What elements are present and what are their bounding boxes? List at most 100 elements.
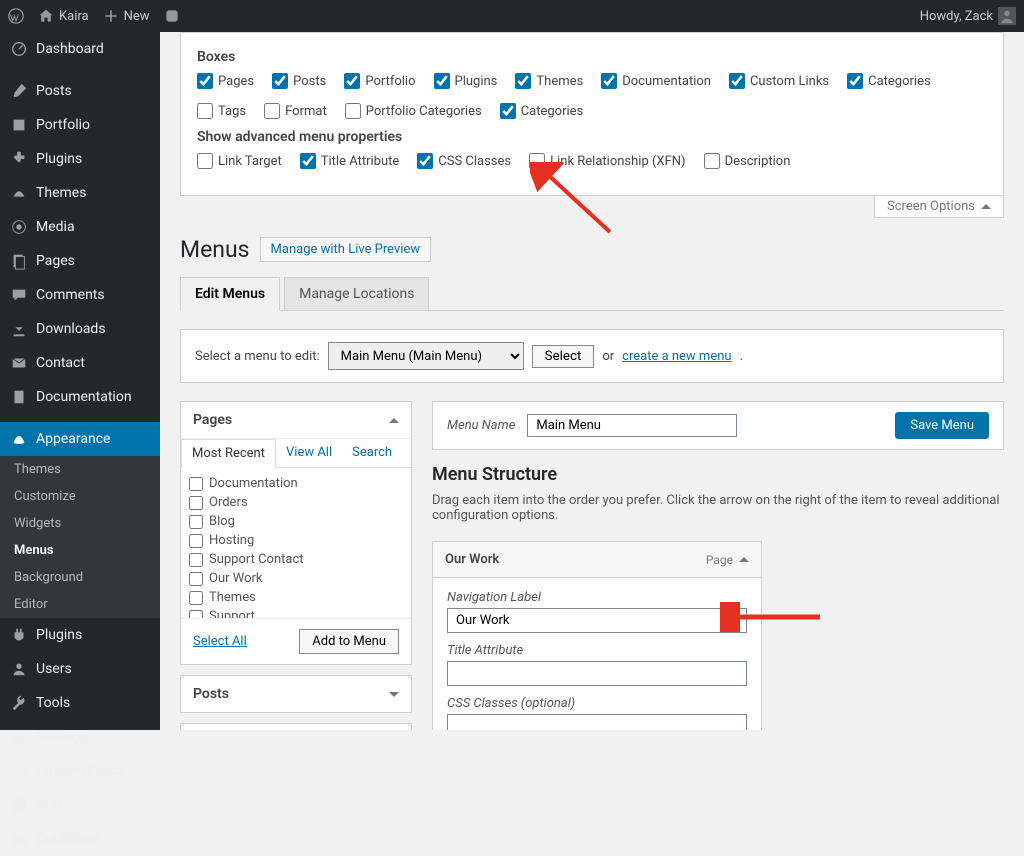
pages-tab-recent[interactable]: Most Recent — [181, 439, 276, 468]
box-checkbox-format[interactable]: Format — [264, 103, 327, 119]
portfolio-postbox-header[interactable]: Portfolio — [181, 724, 411, 730]
page-item[interactable]: Support Contact — [189, 550, 403, 569]
menu-name-label: Menu Name — [447, 418, 515, 433]
caret-down-icon — [389, 692, 399, 697]
admin-toolbar: Kaira New Howdy, Zack — [0, 0, 1024, 32]
submenu-widgets[interactable]: Widgets — [0, 510, 160, 537]
nav-label-label: Navigation Label — [447, 590, 747, 605]
submenu-themes[interactable]: Themes — [0, 456, 160, 483]
new-content-link[interactable]: New — [103, 8, 150, 24]
box-checkbox-custom-links[interactable]: Custom Links — [729, 73, 829, 89]
page-item[interactable]: Support — [189, 607, 403, 618]
advanced-checkbox-link-target[interactable]: Link Target — [197, 153, 282, 169]
select-prompt: Select a menu to edit: — [195, 349, 320, 364]
box-checkbox-pages[interactable]: Pages — [197, 73, 254, 89]
create-menu-link[interactable]: create a new menu — [622, 349, 731, 364]
page-item[interactable]: Blog — [189, 512, 403, 531]
box-checkbox-plugins[interactable]: Plugins — [434, 73, 498, 89]
sidebar-item-contact[interactable]: Contact — [0, 346, 160, 380]
sidebar-item-media[interactable]: Media — [0, 210, 160, 244]
sidebar-item-settings[interactable]: Settings — [0, 720, 160, 754]
page-item[interactable]: Themes — [189, 588, 403, 607]
howdy-text: Howdy, Zack — [920, 9, 993, 24]
page-item[interactable]: Our Work — [189, 569, 403, 588]
submenu-customize[interactable]: Customize — [0, 483, 160, 510]
live-preview-button[interactable]: Manage with Live Preview — [260, 237, 432, 262]
tab-manage-locations[interactable]: Manage Locations — [284, 277, 429, 310]
advanced-checkbox-css-classes[interactable]: CSS Classes — [417, 153, 511, 169]
submenu-menus[interactable]: Menus — [0, 537, 160, 564]
new-label: New — [124, 9, 150, 24]
posts-postbox: Posts — [180, 675, 412, 713]
menu-item-handle[interactable]: Our Work Page — [433, 542, 761, 578]
submenu-editor[interactable]: Editor — [0, 591, 160, 618]
box-checkbox-tags[interactable]: Tags — [197, 103, 246, 119]
page-item[interactable]: Documentation — [189, 474, 403, 493]
caret-up-icon — [981, 204, 991, 209]
posts-postbox-header[interactable]: Posts — [181, 676, 411, 712]
sidebar-item-dashboard[interactable]: Dashboard — [0, 32, 160, 66]
howdy-user[interactable]: Howdy, Zack — [920, 7, 1016, 25]
sidebar-item-comments[interactable]: Comments — [0, 278, 160, 312]
screen-options-toggle[interactable]: Screen Options — [874, 196, 1004, 218]
sidebar-item-appearance[interactable]: Appearance — [0, 422, 160, 456]
sidebar-item-seo[interactable]: SEO — [0, 788, 160, 822]
sidebar-item-duplicator[interactable]: Duplicator — [0, 822, 160, 856]
tab-edit-menus[interactable]: Edit Menus — [180, 277, 280, 311]
box-checkbox-themes[interactable]: Themes — [515, 73, 583, 89]
add-to-menu-button[interactable]: Add to Menu — [299, 629, 399, 654]
page-item[interactable]: Hosting — [189, 531, 403, 550]
portfolio-postbox: Portfolio — [180, 723, 412, 730]
page-title: Menus — [180, 236, 250, 263]
structure-description: Drag each item into the order you prefer… — [432, 493, 1004, 523]
wp-logo-icon[interactable] — [8, 8, 24, 24]
sidebar-item-posts[interactable]: Posts — [0, 74, 160, 108]
title-attr-label: Title Attribute — [447, 643, 747, 658]
structure-title: Menu Structure — [432, 464, 1004, 485]
site-name: Kaira — [59, 9, 89, 24]
caret-up-icon — [739, 557, 749, 562]
menu-name-input[interactable] — [527, 414, 737, 437]
box-checkbox-documentation[interactable]: Documentation — [601, 73, 711, 89]
menu-select-row: Select a menu to edit: Main Menu (Main M… — [180, 329, 1004, 383]
pages-tab-viewall[interactable]: View All — [276, 439, 342, 467]
sidebar-item-tools[interactable]: Tools — [0, 686, 160, 720]
box-checkbox-categories[interactable]: Categories — [500, 103, 584, 119]
css-classes-input[interactable] — [447, 714, 747, 730]
sidebar-item-downloads[interactable]: Downloads — [0, 312, 160, 346]
sidebar-item-plugins-cpt[interactable]: Plugins — [0, 142, 160, 176]
page-item[interactable]: Orders — [189, 493, 403, 512]
menu-select[interactable]: Main Menu (Main Menu) — [328, 342, 524, 370]
screen-options-panel: Boxes PagesPostsPortfolioPluginsThemesDo… — [180, 32, 1004, 196]
nav-label-input[interactable] — [447, 608, 747, 633]
pages-postbox-header[interactable]: Pages — [181, 402, 411, 439]
sidebar-item-portfolio[interactable]: Portfolio — [0, 108, 160, 142]
box-checkbox-categories[interactable]: Categories — [847, 73, 931, 89]
css-classes-label: CSS Classes (optional) — [447, 696, 747, 711]
advanced-checkbox-link-relationship-xfn-[interactable]: Link Relationship (XFN) — [529, 153, 685, 169]
admin-sidebar: Dashboard Posts Portfolio Plugins Themes… — [0, 32, 160, 730]
advanced-checkbox-description[interactable]: Description — [704, 153, 791, 169]
box-checkbox-posts[interactable]: Posts — [272, 73, 326, 89]
advanced-heading: Show advanced menu properties — [197, 129, 987, 145]
sidebar-item-users[interactable]: Users — [0, 652, 160, 686]
sidebar-item-pages[interactable]: Pages — [0, 244, 160, 278]
box-checkbox-portfolio[interactable]: Portfolio — [344, 73, 415, 89]
menu-edit-header: Menu Name Save Menu — [432, 401, 1004, 450]
save-menu-button[interactable]: Save Menu — [895, 412, 989, 439]
select-button[interactable]: Select — [532, 345, 595, 368]
advanced-checkbox-title-attribute[interactable]: Title Attribute — [300, 153, 400, 169]
title-attr-input[interactable] — [447, 661, 747, 686]
box-checkbox-portfolio-categories[interactable]: Portfolio Categories — [345, 103, 482, 119]
pages-tab-search[interactable]: Search — [342, 439, 402, 467]
sidebar-item-plugins[interactable]: Plugins — [0, 618, 160, 652]
submenu-background[interactable]: Background — [0, 564, 160, 591]
yoast-icon[interactable] — [164, 8, 180, 24]
site-name-link[interactable]: Kaira — [38, 8, 89, 24]
appearance-submenu: Themes Customize Widgets Menus Backgroun… — [0, 456, 160, 618]
sidebar-item-custom-fields[interactable]: Custom Fields — [0, 754, 160, 788]
sidebar-item-documentation[interactable]: Documentation — [0, 380, 160, 414]
main-content: Boxes PagesPostsPortfolioPluginsThemesDo… — [160, 32, 1024, 730]
select-all-link[interactable]: Select All — [193, 634, 247, 649]
sidebar-item-themes-cpt[interactable]: Themes — [0, 176, 160, 210]
